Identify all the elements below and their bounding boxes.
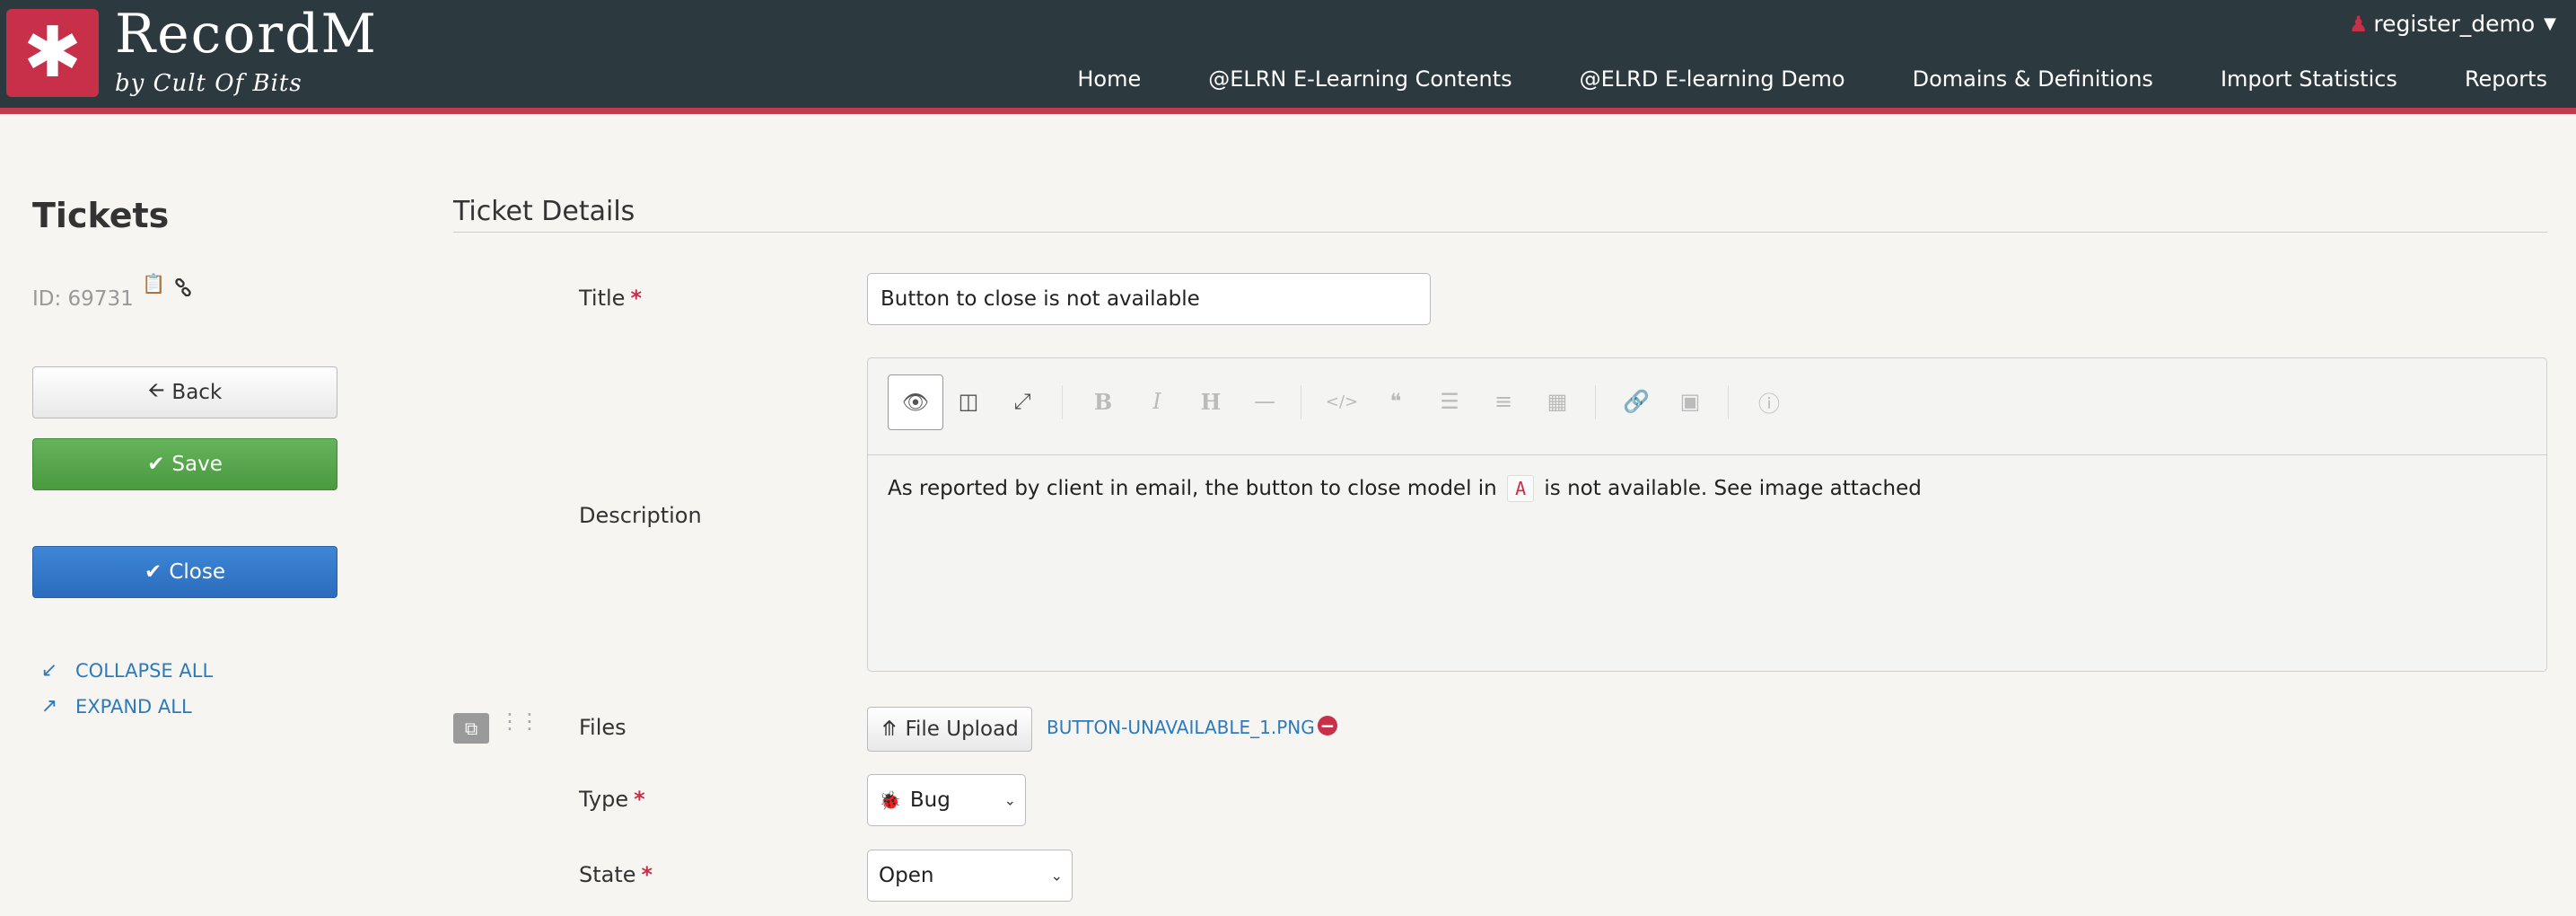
app-title[interactable]: RecordM xyxy=(115,7,378,61)
close-button[interactable]: ✔ Close xyxy=(32,546,337,598)
duplicate-field-icon[interactable]: ⧉ xyxy=(453,713,489,744)
section-title: Ticket Details xyxy=(453,196,635,227)
chevron-down-icon: ⌄ xyxy=(1003,791,1016,809)
inline-code: A xyxy=(1507,475,1535,502)
page-title: Tickets xyxy=(32,196,170,235)
section-divider xyxy=(453,232,2547,233)
upload-arrow-icon: ⤊ xyxy=(881,718,898,741)
user-icon: ♟ xyxy=(2348,11,2369,37)
files-label: Files xyxy=(579,715,626,740)
quote-icon[interactable]: ❝ xyxy=(1369,374,1423,428)
required-marker: * xyxy=(634,787,645,812)
check-icon: ✔ xyxy=(147,453,165,476)
state-label: State * xyxy=(579,862,653,887)
nav-domains-definitions[interactable]: Domains & Definitions xyxy=(1913,66,2153,92)
file-upload-button[interactable]: ⤊ File Upload xyxy=(867,707,1032,752)
editor-toolbar: 👁 ◫ ⤢ B I H — </> ❝ ☰ ≡ ▦ 🔗 ▣ ⓘ xyxy=(868,358,2546,455)
save-button[interactable]: ✔ Save xyxy=(32,438,337,490)
toolbar-divider xyxy=(1728,385,1729,419)
help-icon[interactable]: ⓘ xyxy=(1742,374,1796,428)
editor-content[interactable]: As reported by client in email, the butt… xyxy=(888,475,1922,502)
state-select[interactable]: Open ⌄ xyxy=(867,850,1073,902)
chevron-down-icon: ▼ xyxy=(2544,14,2556,33)
nav-reports[interactable]: Reports xyxy=(2465,66,2547,92)
nav-elrd-demo[interactable]: @ELRD E-learning Demo xyxy=(1580,66,1845,92)
toolbar-divider xyxy=(1595,385,1596,419)
drag-handle-icon[interactable]: ⋮⋮ xyxy=(499,710,540,732)
app-subtitle: by Cult Of Bits xyxy=(115,70,302,97)
link-icon[interactable] xyxy=(174,277,192,301)
main-nav: Home @ELRN E-Learning Contents @ELRD E-l… xyxy=(1077,66,2576,92)
back-button[interactable]: 🡨 Back xyxy=(32,366,337,418)
fullscreen-icon[interactable]: ⤢ xyxy=(995,374,1049,428)
attached-file-link[interactable]: BUTTON-UNAVAILABLE_1.PNG xyxy=(1047,717,1315,738)
bug-icon: 🐞 xyxy=(879,789,901,811)
copy-icon[interactable]: 📋 xyxy=(142,273,165,295)
collapse-all-link[interactable]: ↙ COLLAPSE ALL xyxy=(39,659,213,682)
title-input[interactable] xyxy=(867,273,1431,325)
chevron-down-icon: ⌄ xyxy=(1050,867,1063,885)
nav-home[interactable]: Home xyxy=(1077,66,1141,92)
description-label: Description xyxy=(579,503,702,528)
arrow-left-icon: 🡨 xyxy=(147,378,165,402)
expand-icon: ↗ xyxy=(40,695,58,718)
preview-eye-icon[interactable]: 👁 xyxy=(888,374,943,430)
type-select[interactable]: 🐞 Bug ⌄ xyxy=(867,774,1026,826)
bold-icon[interactable]: B xyxy=(1076,374,1130,428)
link-icon[interactable]: 🔗 xyxy=(1609,374,1663,428)
title-label: Title * xyxy=(579,286,642,311)
expand-all-link[interactable]: ↗ EXPAND ALL xyxy=(39,695,192,718)
bullet-list-icon[interactable]: ☰ xyxy=(1423,374,1476,428)
remove-file-icon[interactable]: − xyxy=(1318,716,1337,735)
required-marker: * xyxy=(641,862,653,887)
code-icon[interactable]: </> xyxy=(1315,374,1369,428)
horizontal-rule-icon[interactable]: — xyxy=(1238,374,1292,428)
toolbar-divider xyxy=(1062,385,1063,419)
table-icon[interactable]: ▦ xyxy=(1530,374,1584,428)
italic-icon[interactable]: I xyxy=(1130,374,1184,428)
heading-icon[interactable]: H xyxy=(1184,374,1238,428)
top-navbar: ✱ RecordM by Cult Of Bits ♟ register_dem… xyxy=(0,0,2576,114)
logo-asterisk-icon[interactable]: ✱ xyxy=(6,9,99,97)
record-id: ID: 69731 xyxy=(32,287,134,311)
markdown-editor[interactable]: 👁 ◫ ⤢ B I H — </> ❝ ☰ ≡ ▦ 🔗 ▣ ⓘ As repor… xyxy=(867,357,2547,672)
nav-elrn-contents[interactable]: @ELRN E-Learning Contents xyxy=(1208,66,1511,92)
user-menu[interactable]: ♟ register_demo ▼ xyxy=(2349,11,2556,37)
check-icon: ✔ xyxy=(145,560,162,584)
required-marker: * xyxy=(630,286,642,311)
numbered-list-icon[interactable]: ≡ xyxy=(1476,374,1530,428)
side-by-side-icon[interactable]: ◫ xyxy=(942,374,995,428)
username: register_demo xyxy=(2373,11,2536,37)
nav-import-statistics[interactable]: Import Statistics xyxy=(2221,66,2397,92)
compress-icon: ↙ xyxy=(40,659,58,682)
image-icon[interactable]: ▣ xyxy=(1663,374,1717,428)
type-label: Type * xyxy=(579,787,645,812)
